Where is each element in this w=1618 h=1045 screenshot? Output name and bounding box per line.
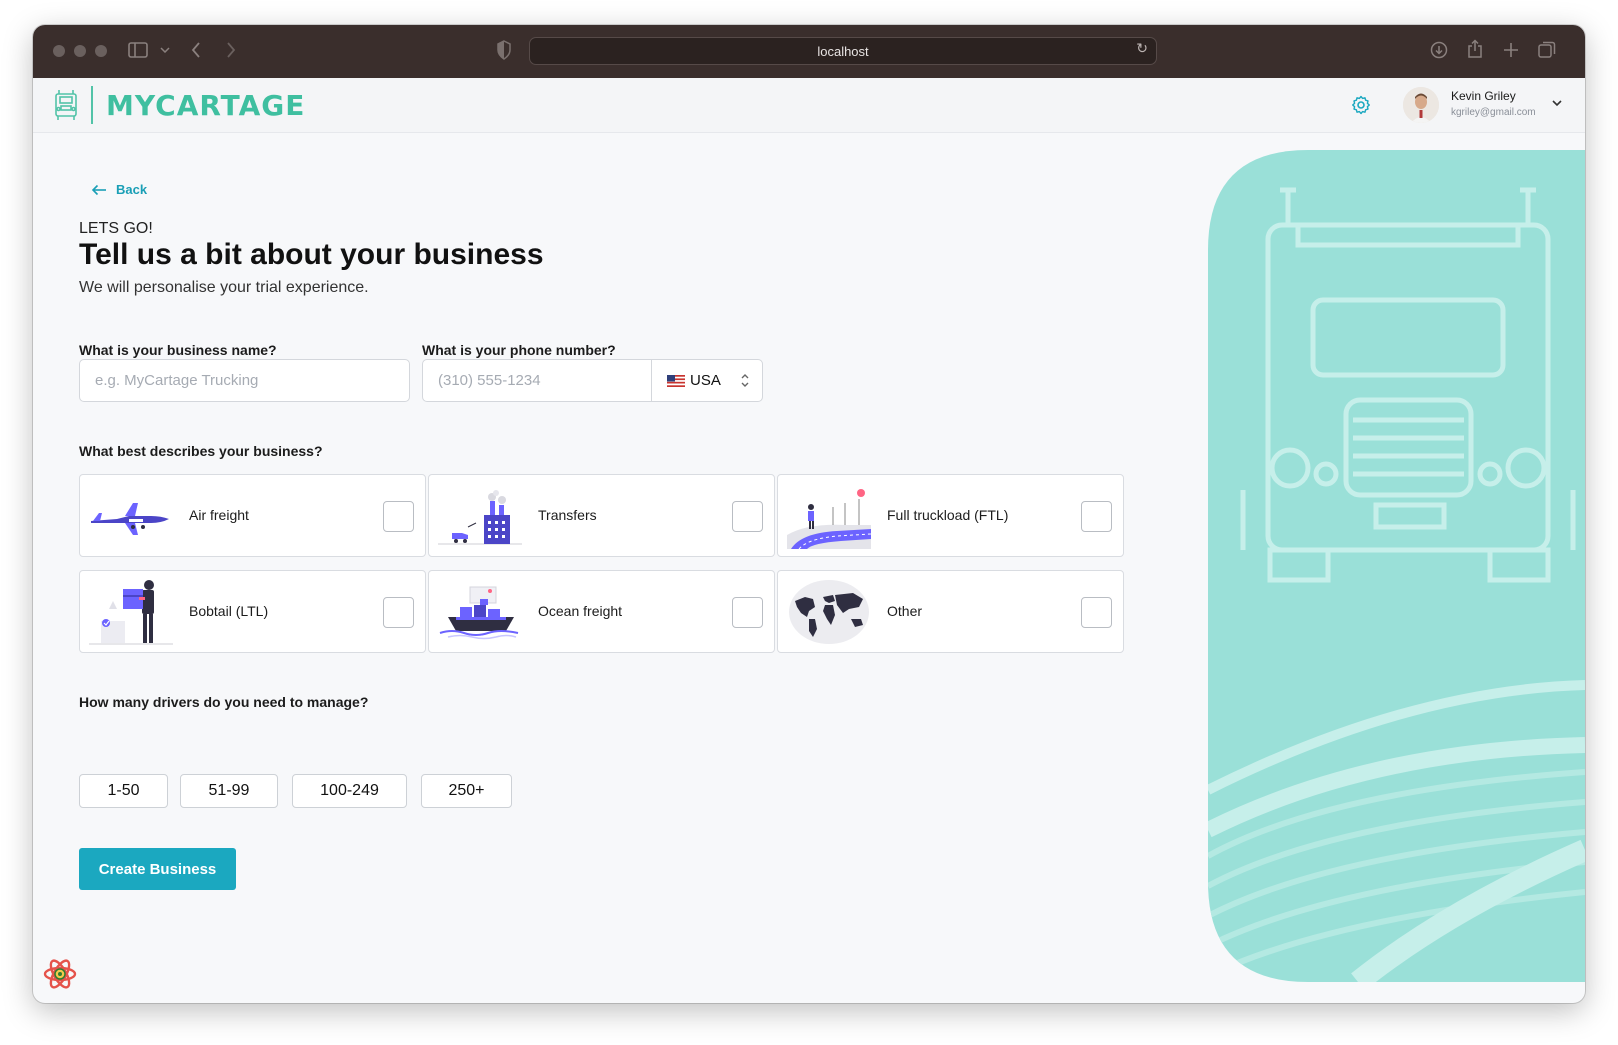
page-title: Tell us a bit about your business: [79, 238, 544, 271]
privacy-shield-icon[interactable]: [496, 39, 512, 61]
user-avatar[interactable]: [1403, 87, 1439, 123]
card-label: Transfers: [538, 507, 597, 523]
arrow-left-icon: [91, 184, 106, 195]
card-label: Bobtail (LTL): [189, 603, 269, 619]
card-checkbox[interactable]: [1081, 597, 1112, 628]
back-nav-icon[interactable]: [191, 42, 201, 58]
zoom-window-button[interactable]: [95, 45, 107, 57]
browser-toolbar: localhost ↻: [33, 25, 1585, 78]
create-business-button[interactable]: Create Business: [79, 848, 236, 890]
phone-field: USA: [422, 359, 763, 402]
drivers-option-1-50[interactable]: 1-50: [79, 774, 168, 808]
brand-wordmark[interactable]: MYCARTAGE: [106, 89, 305, 123]
user-photo: [1403, 87, 1439, 123]
back-label: Back: [116, 182, 148, 197]
drivers-option-250-plus[interactable]: 250+: [421, 774, 512, 808]
phone-input[interactable]: [423, 360, 651, 401]
factory-illustration-icon: [438, 490, 522, 545]
chevron-down-icon[interactable]: [1550, 96, 1564, 110]
new-tab-icon[interactable]: [1503, 42, 1519, 58]
business-type-card-transfers[interactable]: Transfers: [428, 474, 775, 557]
card-label: Full truckload (FTL): [887, 507, 1009, 523]
drivers-option-100-249[interactable]: 100-249: [292, 774, 407, 808]
card-checkbox[interactable]: [383, 597, 414, 628]
us-flag-icon: [667, 374, 685, 387]
tab-overview-icon[interactable]: [1538, 41, 1556, 59]
close-window-button[interactable]: [53, 45, 65, 57]
card-checkbox[interactable]: [732, 501, 763, 532]
business-type-card-ocean-freight[interactable]: Ocean freight: [428, 570, 775, 653]
decorative-truck-panel: [1208, 150, 1585, 982]
select-arrows-icon: [741, 374, 749, 387]
user-name: Kevin Griley: [1451, 89, 1516, 103]
business-type-card-bobtail[interactable]: Bobtail (LTL): [79, 570, 426, 653]
card-checkbox[interactable]: [732, 597, 763, 628]
road-illustration-icon: [787, 489, 871, 549]
window-controls: [53, 45, 107, 57]
drivers-label: How many drivers do you need to manage?: [79, 694, 369, 710]
back-link[interactable]: Back: [91, 182, 147, 197]
person-boxes-illustration-icon: [89, 580, 173, 645]
business-name-label: What is your business name?: [79, 342, 277, 358]
card-checkbox[interactable]: [1081, 501, 1112, 532]
share-icon[interactable]: [1467, 39, 1483, 59]
drivers-option-51-99[interactable]: 51-99: [180, 774, 278, 808]
card-label: Ocean freight: [538, 603, 623, 619]
downloads-icon[interactable]: [1430, 41, 1448, 59]
airplane-illustration-icon: [91, 503, 169, 535]
world-map-illustration-icon: [789, 580, 869, 644]
card-checkbox[interactable]: [383, 501, 414, 532]
react-devtools-icon[interactable]: [42, 956, 78, 992]
card-label: Air freight: [189, 507, 249, 523]
page-eyebrow: LETS GO!: [79, 220, 153, 237]
page-subtitle: We will personalise your trial experienc…: [79, 279, 369, 296]
phone-label: What is your phone number?: [422, 342, 616, 358]
country-select[interactable]: USA: [651, 360, 762, 401]
business-type-card-other[interactable]: Other: [777, 570, 1124, 653]
sidebar-toggle-icon[interactable]: [128, 42, 148, 58]
business-type-card-full-truckload[interactable]: Full truckload (FTL): [777, 474, 1124, 557]
card-label: Other: [887, 603, 923, 619]
user-email: kgriley@gmail.com: [1451, 107, 1536, 118]
business-name-input[interactable]: [79, 359, 410, 402]
app-header: MYCARTAGE Kevin Griley kgriley@gmail.com: [33, 78, 1585, 133]
logo-divider: [91, 86, 93, 124]
settings-gear-icon[interactable]: [1351, 95, 1371, 115]
cargo-ship-illustration-icon: [439, 586, 519, 640]
chevron-down-icon[interactable]: [160, 47, 170, 53]
country-value: USA: [690, 372, 721, 389]
business-type-card-air-freight[interactable]: Air freight: [79, 474, 426, 557]
browser-window: localhost ↻ MYCARTAGE Kevin Griley kgril…: [33, 25, 1585, 1003]
reload-icon[interactable]: ↻: [1136, 41, 1148, 57]
truck-logo-icon[interactable]: [53, 88, 79, 122]
minimize-window-button[interactable]: [74, 45, 86, 57]
forward-nav-icon[interactable]: [226, 42, 236, 58]
business-type-label: What best describes your business?: [79, 443, 323, 459]
address-bar[interactable]: localhost ↻: [529, 37, 1157, 65]
url-text: localhost: [817, 43, 869, 59]
